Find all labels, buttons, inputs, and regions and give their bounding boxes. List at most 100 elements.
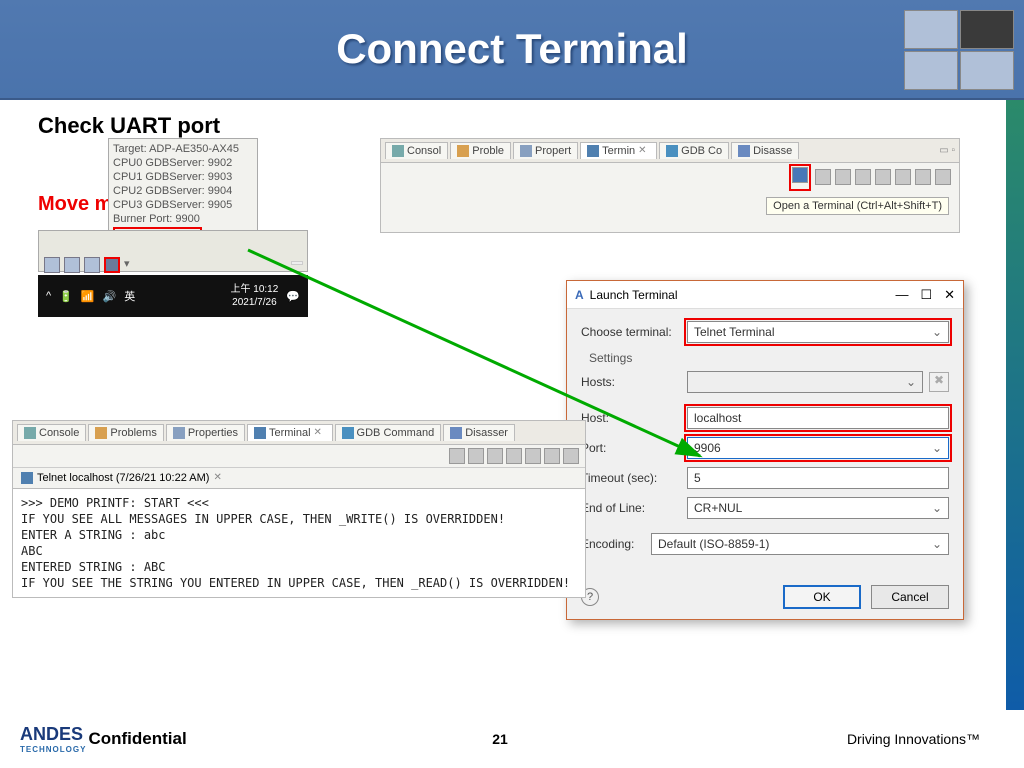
tab-gdb[interactable]: GDB Co — [659, 142, 729, 159]
tooltip-burner: Burner Port: 9900 — [113, 212, 253, 226]
dialog-title: Launch Terminal — [590, 288, 678, 302]
toolbar-icon[interactable] — [525, 448, 541, 464]
tooltip-cpu2: CPU2 GDBServer: 9904 — [113, 184, 253, 198]
terminal-open-icon — [792, 167, 808, 183]
toolbar-icon[interactable] — [935, 169, 951, 185]
scrollbar[interactable] — [291, 261, 303, 265]
disasm-icon — [450, 427, 462, 439]
tooltip-target: Target: ADP-AE350-AX45 — [113, 142, 253, 156]
cancel-button[interactable]: Cancel — [871, 585, 949, 609]
slide-footer: ANDES TECHNOLOGY Confidential 21 Driving… — [0, 724, 1000, 754]
chevron-down-icon[interactable]: ▾ — [124, 257, 132, 273]
toolbar-icon[interactable] — [915, 169, 931, 185]
ime-icon[interactable]: 英 — [124, 288, 135, 304]
disasm-icon — [738, 145, 750, 157]
notification-icon[interactable]: 💬 — [286, 290, 300, 303]
tab-console[interactable]: Consol — [385, 142, 448, 159]
minimize-icon[interactable]: ▭ ▫ — [939, 145, 955, 156]
volume-icon[interactable]: 🔊 — [103, 290, 117, 303]
tooltip-cpu0: CPU0 GDBServer: 9902 — [113, 156, 253, 170]
windows-taskbar: ^ 🔋 📶 🔊 英 上午 10:12 2021/7/26 💬 — [38, 275, 308, 317]
timeout-label: Timeout (sec): — [581, 471, 681, 485]
hosts-select[interactable] — [687, 371, 923, 393]
confidential-label: Confidential — [88, 729, 186, 749]
tab-problems[interactable]: Problems — [88, 424, 163, 441]
eol-label: End of Line: — [581, 501, 681, 515]
toolbar-icon[interactable] — [815, 169, 831, 185]
toolbar-icon[interactable] — [544, 448, 560, 464]
close-icon[interactable]: ✕ — [213, 472, 225, 484]
slide-header: Connect Terminal — [0, 0, 1024, 100]
toolbar-icon[interactable] — [506, 448, 522, 464]
tab-gdb[interactable]: GDB Command — [335, 424, 442, 441]
settings-label: Settings — [589, 351, 949, 365]
problems-icon — [457, 145, 469, 157]
tab-problems[interactable]: Proble — [450, 142, 511, 159]
open-terminal-button[interactable] — [789, 164, 811, 191]
close-icon[interactable]: ✕ — [638, 145, 650, 157]
close-icon[interactable]: ✕ — [314, 427, 326, 439]
terminal-icon — [587, 145, 599, 157]
terminal-output[interactable]: >>> DEMO PRINTF: START <<< IF YOU SEE AL… — [13, 489, 585, 597]
terminal-icon — [21, 472, 33, 484]
port-label: Port: — [581, 441, 681, 455]
tab-console[interactable]: Console — [17, 424, 86, 441]
battery-icon[interactable]: 🔋 — [59, 290, 73, 303]
launch-terminal-dialog: A Launch Terminal — ☐ ✕ Choose terminal:… — [566, 280, 964, 620]
console-icon — [24, 427, 36, 439]
toolbar-icon[interactable] — [563, 448, 579, 464]
tab-bar-bottom: Console Problems Properties Terminal ✕ G… — [13, 421, 585, 445]
taskbar-clock[interactable]: 上午 10:12 2021/7/26 — [230, 283, 278, 309]
toolbar-icon[interactable] — [875, 169, 891, 185]
tab-disassembly[interactable]: Disasser — [443, 424, 515, 441]
tray-icon[interactable] — [84, 257, 100, 273]
tab-terminal[interactable]: Termin ✕ — [580, 142, 657, 159]
toolbar-icon[interactable] — [855, 169, 871, 185]
tab-properties[interactable]: Propert — [513, 142, 578, 159]
tab-properties[interactable]: Properties — [166, 424, 245, 441]
port-input[interactable]: 9906 — [687, 437, 949, 459]
toolbar-icon[interactable] — [835, 169, 851, 185]
properties-icon — [173, 427, 185, 439]
terminal-session-tab[interactable]: Telnet localhost (7/26/21 10:22 AM) ✕ — [13, 468, 585, 489]
choose-terminal-label: Choose terminal: — [581, 325, 681, 339]
timeout-input[interactable]: 5 — [687, 467, 949, 489]
app-icon: A — [575, 288, 584, 302]
toolbar-icon[interactable] — [449, 448, 465, 464]
encoding-select[interactable]: Default (ISO-8859-1) — [651, 533, 949, 555]
tray-target-icon[interactable] — [104, 257, 120, 273]
open-terminal-tooltip: Open a Terminal (Ctrl+Alt+Shift+T) — [766, 197, 949, 215]
toolbar-icon[interactable] — [487, 448, 503, 464]
ok-button[interactable]: OK — [783, 585, 861, 609]
terminal-console-bottom: Console Problems Properties Terminal ✕ G… — [12, 420, 586, 598]
terminal-toolbar — [381, 163, 959, 191]
right-accent-strip — [1006, 100, 1024, 710]
problems-icon — [95, 427, 107, 439]
tray-icon[interactable] — [44, 257, 60, 273]
choose-terminal-select[interactable]: Telnet Terminal — [687, 321, 949, 343]
tab-bar-top: Consol Proble Propert Termin ✕ GDB Co Di… — [381, 139, 959, 163]
page-number: 21 — [492, 731, 508, 747]
section-heading: Check UART port — [38, 113, 220, 139]
delete-host-button[interactable]: ✖ — [929, 372, 949, 392]
tray-icon[interactable] — [64, 257, 80, 273]
eol-select[interactable]: CR+NUL — [687, 497, 949, 519]
minimize-button[interactable]: — — [895, 287, 908, 303]
tab-disassembly[interactable]: Disasse — [731, 142, 799, 159]
host-input[interactable]: localhost — [687, 407, 949, 429]
encoding-label: Encoding: — [581, 537, 645, 551]
properties-icon — [520, 145, 532, 157]
chevron-up-icon[interactable]: ^ — [46, 290, 51, 302]
slide-title: Connect Terminal — [0, 0, 1024, 73]
gdb-icon — [666, 145, 678, 157]
tab-terminal[interactable]: Terminal ✕ — [247, 424, 333, 441]
maximize-button[interactable]: ☐ — [920, 287, 932, 303]
console-icon — [392, 145, 404, 157]
toolbar-icon[interactable] — [895, 169, 911, 185]
terminal-icon — [254, 427, 266, 439]
close-button[interactable]: ✕ — [944, 287, 955, 303]
terminal-view-top: Consol Proble Propert Termin ✕ GDB Co Di… — [380, 138, 960, 233]
wifi-icon[interactable]: 📶 — [81, 290, 95, 303]
toolbar-icon[interactable] — [468, 448, 484, 464]
dialog-titlebar[interactable]: A Launch Terminal — ☐ ✕ — [567, 281, 963, 309]
